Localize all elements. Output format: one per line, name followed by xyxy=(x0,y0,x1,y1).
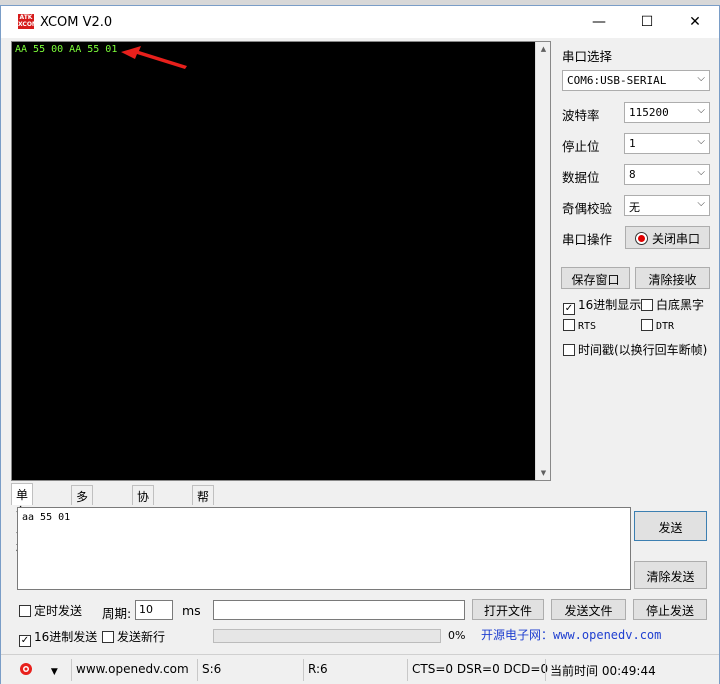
status-dot-icon xyxy=(634,232,648,245)
period-unit: ms xyxy=(182,603,201,618)
app-logo: ATK XCOM xyxy=(18,14,38,29)
timestamp-label: 时间戳(以换行回车断帧) xyxy=(578,343,708,357)
maximize-button[interactable]: ☐ xyxy=(623,6,671,38)
empty-box-icon xyxy=(641,299,653,311)
status-signals: CTS=0 DSR=0 DCD=0 xyxy=(407,659,548,681)
dtr-checkbox[interactable]: DTR xyxy=(641,319,674,332)
dtr-label: DTR xyxy=(656,321,675,332)
data-bits-select[interactable]: 8 ⌵ xyxy=(624,164,710,185)
stop-send-button[interactable]: 停止发送 xyxy=(633,599,707,620)
empty-box-icon xyxy=(641,319,653,331)
empty-box-icon xyxy=(563,319,575,331)
stop-bits-label: 停止位 xyxy=(562,139,600,154)
hex-send-checkbox[interactable]: ✓ 16进制发送 xyxy=(19,628,97,647)
clear-receive-button[interactable]: 清除接收 xyxy=(635,267,710,289)
rts-checkbox[interactable]: RTS xyxy=(563,319,596,332)
period-label: 周期: xyxy=(102,606,132,621)
status-sent: S:6 xyxy=(197,659,301,681)
port-select[interactable]: COM6:USB-SERIAL ⌵ xyxy=(562,70,710,91)
parity-label: 奇偶校验 xyxy=(562,201,613,216)
send-file-button[interactable]: 发送文件 xyxy=(551,599,626,620)
hex-display-label: 16进制显示 xyxy=(578,298,642,312)
chevron-down-icon: ⌵ xyxy=(697,136,705,147)
progress-percent: 0% xyxy=(448,629,466,642)
white-bg-label: 白底黑字 xyxy=(656,298,705,312)
empty-box-icon xyxy=(19,605,31,617)
send-newline-label: 发送新行 xyxy=(117,630,166,644)
baud-label: 波特率 xyxy=(562,108,600,123)
rts-label: RTS xyxy=(578,321,597,332)
port-label: 串口选择 xyxy=(562,49,613,64)
openedv-link[interactable]: 开源电子网：www.openedv.com xyxy=(481,626,661,643)
timestamp-checkbox[interactable]: 时间戳(以换行回车断帧) xyxy=(563,341,707,358)
parity-select[interactable]: 无 ⌵ xyxy=(624,195,710,216)
stop-bits-select[interactable]: 1 ⌵ xyxy=(624,133,710,154)
parity-value: 无 xyxy=(629,201,640,214)
status-received: R:6 xyxy=(303,659,405,681)
close-port-button[interactable]: 关闭串口 xyxy=(625,226,710,249)
timed-send-checkbox[interactable]: 定时发送 xyxy=(19,602,82,619)
empty-box-icon xyxy=(102,631,114,643)
hex-display-checkbox[interactable]: ✓ 16进制显示 xyxy=(563,296,641,315)
receive-area[interactable]: AA 55 00 AA 55 01 ▲ ▼ xyxy=(11,41,551,481)
gear-icon xyxy=(20,663,32,675)
tab-help[interactable]: 帮助 xyxy=(192,485,215,521)
send-text: aa 55 01 xyxy=(22,512,71,523)
tab-protocol[interactable]: 协议传输 xyxy=(132,485,155,555)
chevron-down-icon: ⌵ xyxy=(697,198,705,209)
baud-select[interactable]: 115200 ⌵ xyxy=(624,102,710,123)
file-path-input[interactable] xyxy=(213,600,465,620)
white-bg-checkbox[interactable]: 白底黑字 xyxy=(641,296,704,313)
hex-send-label: 16进制发送 xyxy=(34,630,98,644)
receive-scrollbar[interactable]: ▲ ▼ xyxy=(535,42,550,480)
scroll-up-icon[interactable]: ▲ xyxy=(536,42,551,56)
checkmark-icon: ✓ xyxy=(19,635,31,647)
receive-text: AA 55 00 AA 55 01 xyxy=(15,44,118,55)
send-input[interactable]: aa 55 01 xyxy=(17,507,631,590)
tab-single-send[interactable]: 单条发送 xyxy=(11,483,34,553)
open-file-button[interactable]: 打开文件 xyxy=(472,599,544,620)
port-op-label: 串口操作 xyxy=(562,232,613,247)
scroll-down-icon[interactable]: ▼ xyxy=(536,466,551,480)
save-window-button[interactable]: 保存窗口 xyxy=(561,267,630,289)
chevron-down-icon: ⌵ xyxy=(697,73,705,84)
xcom-window: ATK XCOM XCOM V2.0 — ☐ ✕ AA 55 00 AA 55 0… xyxy=(0,5,720,684)
status-url: www.openedv.com xyxy=(71,659,195,681)
send-button[interactable]: 发送 xyxy=(634,511,707,541)
minimize-button[interactable]: — xyxy=(575,6,623,38)
status-time: 当前时间 00:49:44 xyxy=(545,659,715,681)
title-bar: ATK XCOM XCOM V2.0 — ☐ ✕ xyxy=(1,6,719,38)
period-input[interactable]: 10 xyxy=(135,600,173,620)
chevron-down-icon: ⌵ xyxy=(697,105,705,116)
checkmark-icon: ✓ xyxy=(563,303,575,315)
empty-box-icon xyxy=(563,344,575,356)
close-button[interactable]: ✕ xyxy=(671,6,719,38)
data-bits-value: 8 xyxy=(629,168,636,181)
clear-send-button[interactable]: 清除发送 xyxy=(634,561,707,589)
chevron-down-icon: ⌵ xyxy=(697,167,705,178)
data-bits-label: 数据位 xyxy=(562,170,600,185)
window-title: XCOM V2.0 xyxy=(40,15,113,30)
timed-send-label: 定时发送 xyxy=(34,604,83,618)
stop-bits-value: 1 xyxy=(629,137,636,150)
port-value: COM6:USB-SERIAL xyxy=(567,74,667,87)
send-progress-bar xyxy=(213,629,441,643)
close-port-label: 关闭串口 xyxy=(651,232,700,246)
send-newline-checkbox[interactable]: 发送新行 xyxy=(102,628,165,645)
annotation-arrow-icon xyxy=(121,46,187,69)
dropdown-arrow-icon: ▼ xyxy=(50,667,58,677)
baud-value: 115200 xyxy=(629,106,669,119)
tab-multi-send[interactable]: 多条发送 xyxy=(71,485,94,555)
status-bar: ▼ www.openedv.com S:6 R:6 CTS=0 DSR=0 DC… xyxy=(1,654,719,684)
settings-menu[interactable]: ▼ xyxy=(15,659,69,681)
